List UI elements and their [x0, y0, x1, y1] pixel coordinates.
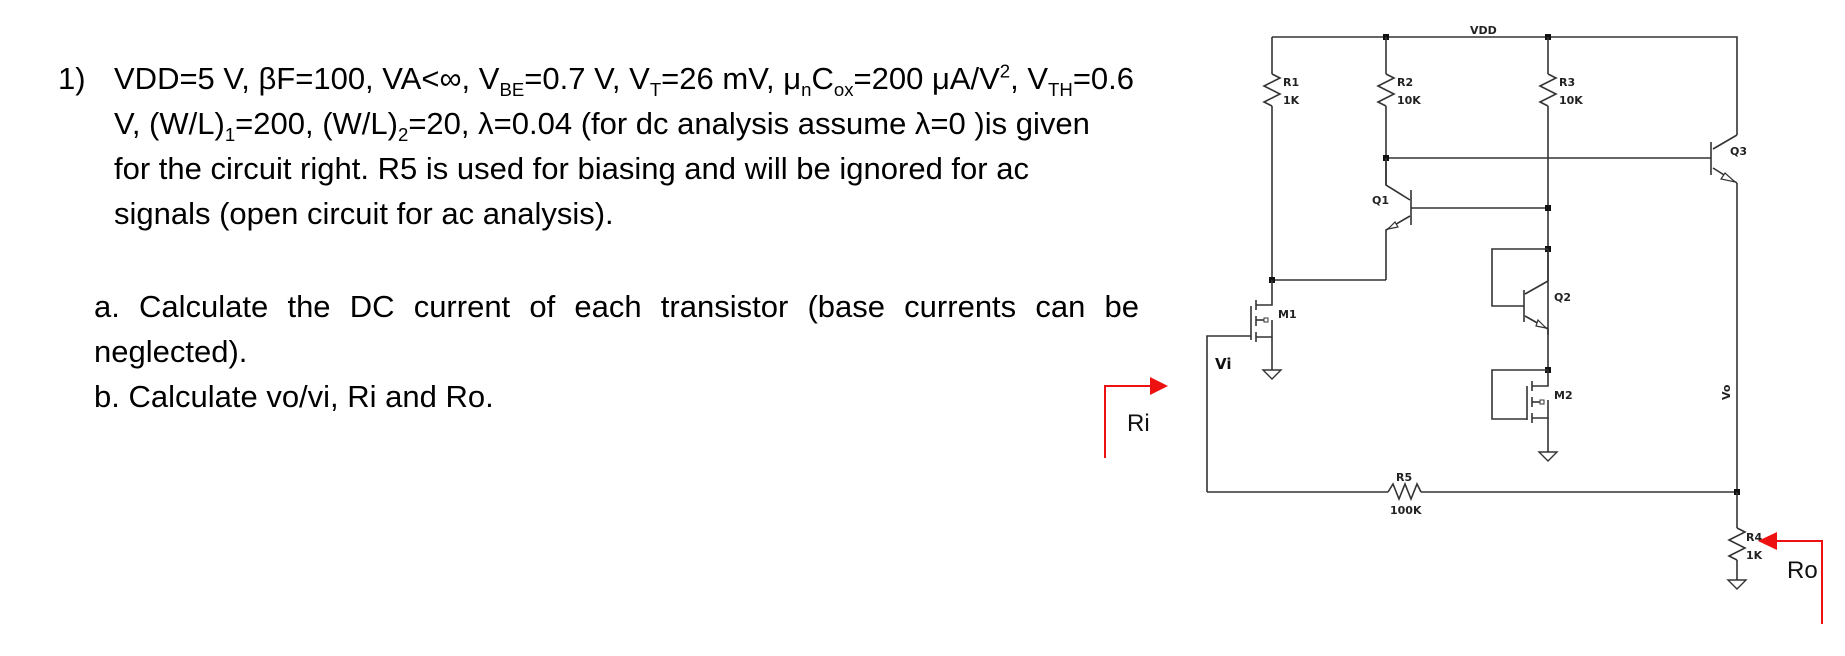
- ro-arrow: Ro: [1758, 532, 1823, 624]
- vdd-label: VDD: [1470, 24, 1497, 37]
- vo-node-label: Vo: [1720, 384, 1733, 400]
- q2-label: Q2: [1554, 291, 1571, 304]
- circuit-schematic: VDD R1 1K R2 10K R3 10K Q1 M1 Vi Q2 M2 Q…: [1104, 24, 1823, 624]
- resistor-r1: R1 1K: [1262, 37, 1300, 280]
- r4-name: R4: [1746, 531, 1762, 544]
- ri-arrow: Ri: [1104, 377, 1168, 458]
- transistor-q3: Q3: [1710, 134, 1747, 492]
- ground-icon: [1537, 451, 1559, 462]
- r5-value: 100K: [1390, 504, 1422, 517]
- r2-name: R2: [1397, 76, 1413, 89]
- resistor-r2: R2 10K: [1376, 37, 1421, 185]
- r1-name: R1: [1283, 76, 1299, 89]
- transistor-q1: Q1: [1372, 158, 1551, 280]
- ground-icon: [1726, 579, 1748, 590]
- m1-label: M1: [1278, 308, 1297, 321]
- vi-node-label: Vi: [1215, 355, 1232, 373]
- transistor-m1: M1: [1206, 280, 1297, 492]
- ri-label: Ri: [1127, 410, 1150, 437]
- q1-label: Q1: [1372, 194, 1389, 207]
- q3-label: Q3: [1730, 145, 1747, 158]
- junction-dot: [1545, 205, 1551, 211]
- arrow-right-icon: [1150, 377, 1168, 395]
- resistor-r5: R5 100K: [1207, 471, 1740, 517]
- transistor-q2: Q2: [1491, 246, 1571, 370]
- m2-label: M2: [1554, 389, 1573, 402]
- r2-value: 10K: [1397, 94, 1421, 107]
- resistor-r4: R4 1K: [1726, 492, 1763, 590]
- wire-q1-m1: [1269, 277, 1386, 283]
- r5-name: R5: [1396, 471, 1412, 484]
- r4-value: 1K: [1746, 549, 1763, 562]
- vdd-rail: VDD: [1272, 24, 1738, 135]
- ground-icon: [1261, 369, 1283, 380]
- r1-value: 1K: [1283, 94, 1300, 107]
- r3-name: R3: [1559, 76, 1575, 89]
- r3-value: 10K: [1559, 94, 1583, 107]
- transistor-m2: M2: [1491, 367, 1573, 462]
- wire-r2-q3-base: [1383, 155, 1711, 161]
- ro-label: Ro: [1787, 557, 1818, 584]
